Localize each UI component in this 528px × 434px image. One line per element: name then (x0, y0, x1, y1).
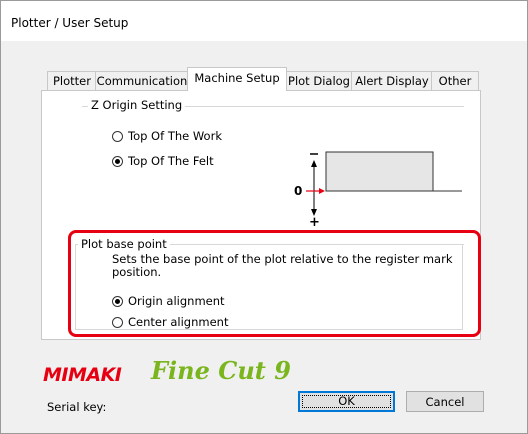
radio-top-of-felt[interactable]: Top Of The Felt (112, 154, 214, 168)
radio-top-of-felt-circle[interactable] (112, 155, 123, 167)
z-origin-group-label: Z Origin Setting (88, 98, 186, 112)
radio-top-of-work-label: Top Of The Work (128, 129, 222, 143)
title-bar[interactable]: Plotter / User Setup (1, 1, 527, 41)
serial-key-label: Serial key: (47, 400, 107, 414)
work-block (325, 151, 434, 192)
tab-other[interactable]: Other (431, 71, 479, 90)
z-origin-diagram: 0 + (294, 151, 462, 227)
tab-machine-setup[interactable]: Machine Setup (187, 67, 287, 91)
radio-top-of-work[interactable]: Top Of The Work (112, 129, 222, 143)
zero-label: 0 (294, 184, 302, 198)
finecut-logo: Fine Cut 9 (151, 356, 291, 385)
mimaki-logo: MIMAKI (43, 364, 122, 386)
plus-label: + (309, 215, 320, 227)
highlight-annotation (68, 230, 481, 337)
ok-button-label: OK (338, 394, 355, 408)
zero-pointer-arrow (319, 188, 325, 194)
z-axis-up-arrow (311, 160, 317, 167)
tab-plotter[interactable]: Plotter (47, 71, 97, 90)
cancel-button[interactable]: Cancel (406, 391, 484, 412)
window-title: Plotter / User Setup (11, 16, 129, 30)
tab-alert-display[interactable]: Alert Display (351, 71, 433, 90)
radio-top-of-felt-label: Top Of The Felt (128, 154, 214, 168)
user-setup-dialog: Plotter / User Setup Plotter Communicati… (0, 0, 528, 434)
tab-plot-dialog[interactable]: Plot Dialog (285, 71, 353, 90)
ok-button[interactable]: OK (298, 391, 395, 412)
tab-communication[interactable]: Communication (95, 71, 189, 90)
radio-top-of-work-circle[interactable] (112, 130, 123, 142)
